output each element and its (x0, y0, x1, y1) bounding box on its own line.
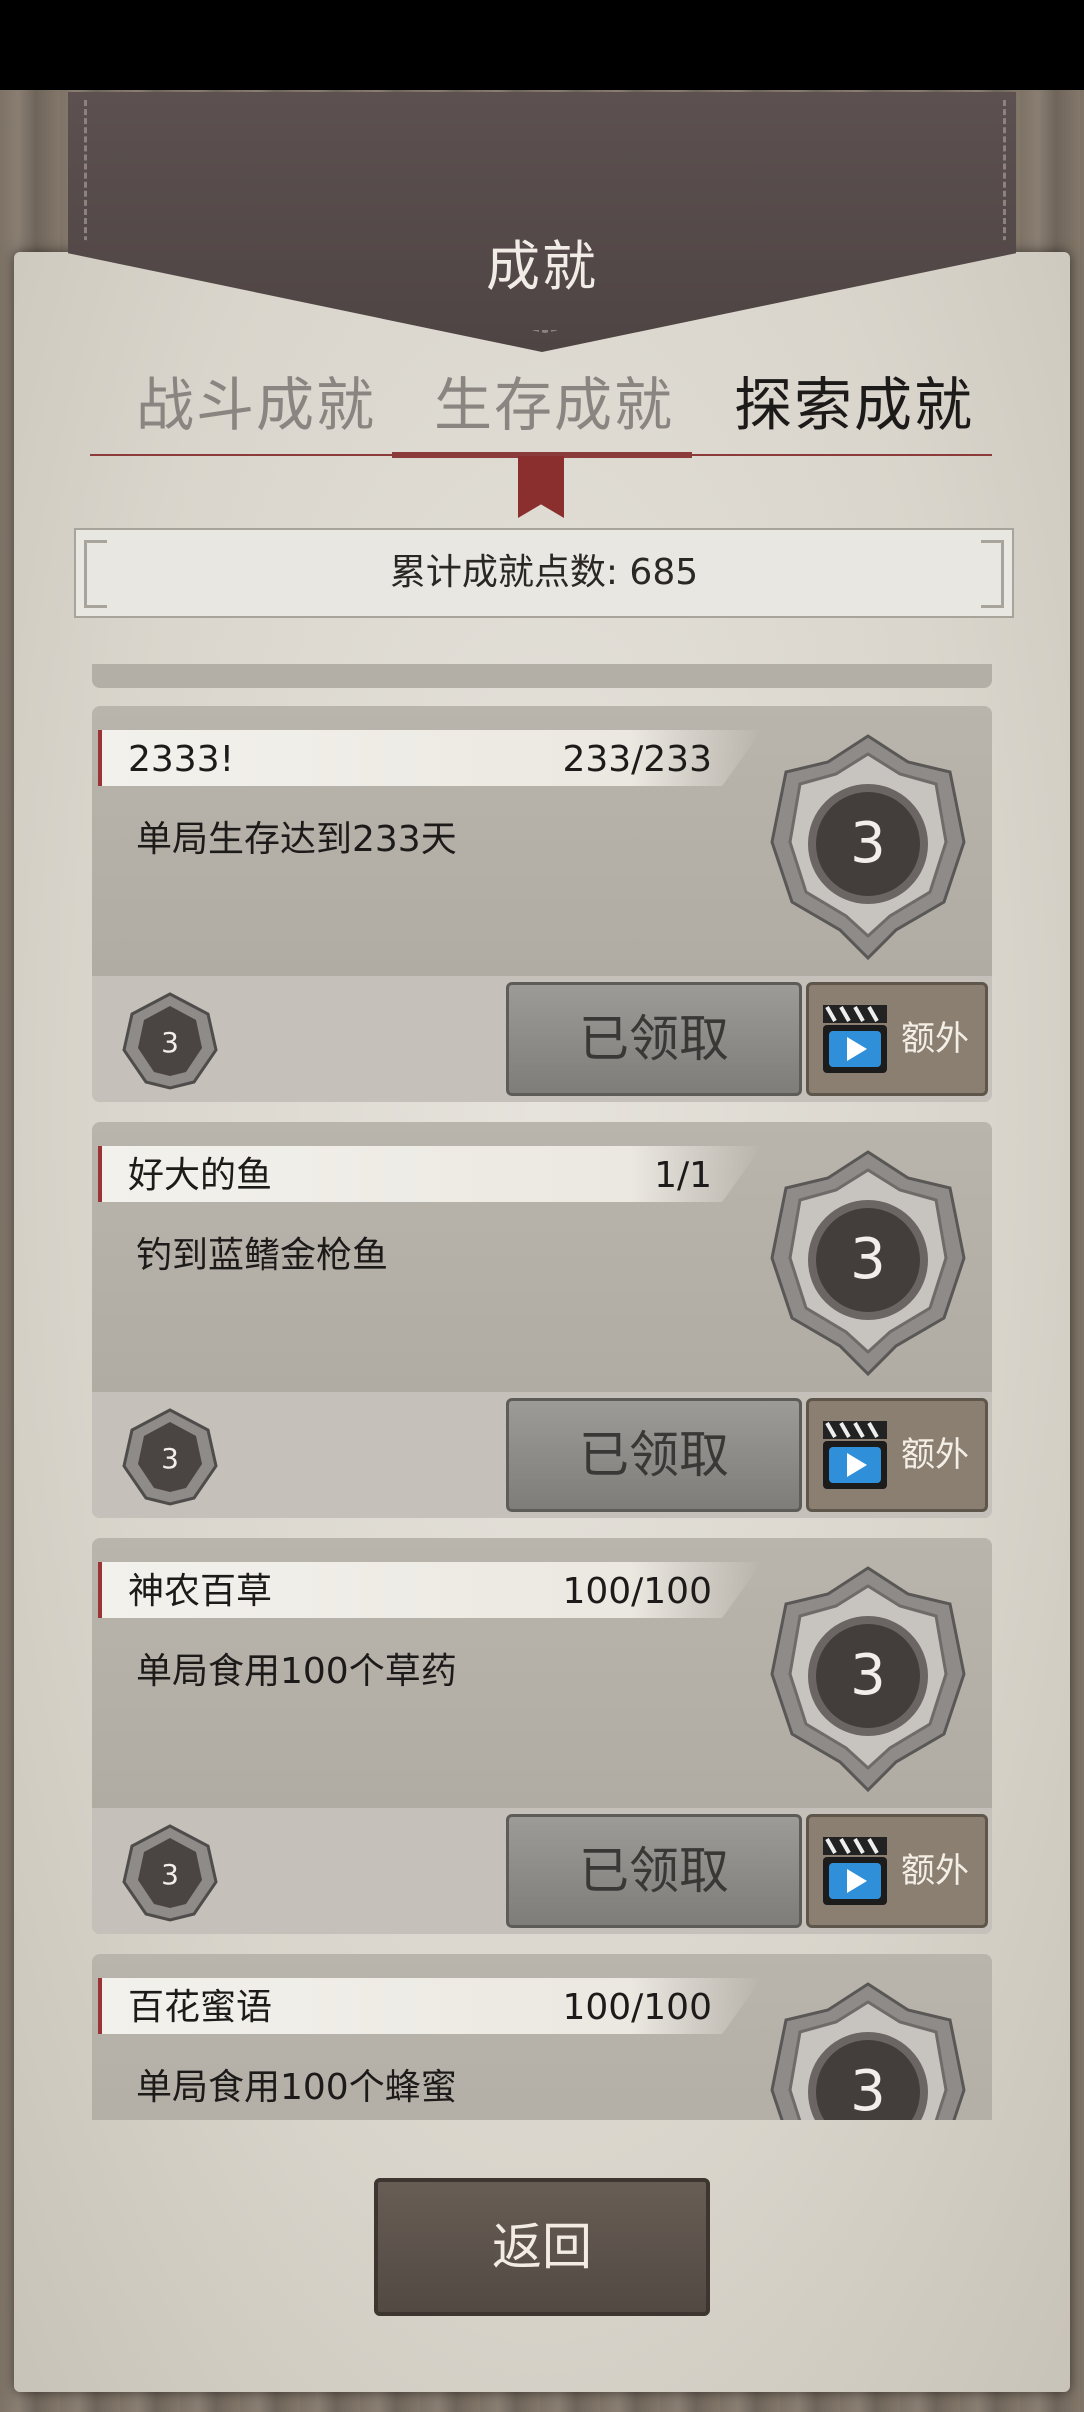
achievement-card: 好大的鱼 1/1 钓到蓝鳍金枪鱼 3 3 已领取 额外 (92, 1122, 992, 1518)
achievement-card: 神农百草 100/100 单局食用100个草药 3 3 已领取 额外 (92, 1538, 992, 1934)
svg-text:3: 3 (161, 1442, 179, 1475)
achievement-points-text: 累计成就点数: 685 (389, 552, 699, 593)
extra-reward-button[interactable]: 额外 (806, 1398, 988, 1512)
laurel-badge-icon: 3 (122, 1824, 218, 1922)
extra-label: 额外 (901, 1851, 969, 1891)
achievement-list[interactable]: 2333! 233/233 单局生存达到233天 3 3 已领取 额外 好大的鱼… (92, 664, 992, 2120)
extra-label: 额外 (901, 1019, 969, 1059)
medal-level: 3 (850, 2059, 886, 2120)
laurel-badge-icon: 3 (122, 992, 218, 1090)
svg-text:3: 3 (161, 1026, 179, 1059)
laurel-badge-icon: 3 (122, 1408, 218, 1506)
video-icon (823, 1005, 887, 1073)
achievement-progress: 100/100 (562, 1987, 712, 2028)
card-action-row: 3 已领取 额外 (92, 1808, 992, 1934)
extra-reward-button[interactable]: 额外 (806, 982, 988, 1096)
tab-survival[interactable]: 生存成就 (434, 358, 674, 442)
card-action-row: 3 已领取 额外 (92, 1392, 992, 1518)
video-icon (823, 1421, 887, 1489)
medal-level: 3 (850, 1227, 886, 1292)
achievement-points-bar: 累计成就点数: 685 (74, 528, 1014, 618)
achievement-description: 单局食用100个蜂蜜 (136, 2067, 457, 2108)
medal-level: 3 (850, 811, 886, 876)
medal-icon: 3 (770, 734, 966, 961)
status-bar (0, 0, 1084, 90)
medal-icon: 3 (770, 1982, 966, 2120)
medal-level: 3 (850, 1643, 886, 1708)
achievement-description: 钓到蓝鳍金枪鱼 (136, 1235, 389, 1276)
claimed-button[interactable]: 已领取 (506, 1398, 802, 1512)
claimed-button[interactable]: 已领取 (506, 982, 802, 1096)
tab-combat[interactable]: 战斗成就 (136, 358, 376, 442)
medal-icon: 3 (770, 1566, 966, 1793)
partial-card (92, 664, 992, 688)
achievement-progress: 100/100 (562, 1571, 712, 1612)
card-action-row: 3 已领取 额外 (92, 976, 992, 1102)
extra-label: 额外 (901, 1435, 969, 1475)
back-button[interactable]: 返回 (374, 2178, 710, 2316)
achievement-name: 神农百草 (128, 1571, 273, 1612)
achievement-name: 好大的鱼 (128, 1155, 273, 1196)
achievement-card: 2333! 233/233 单局生存达到233天 3 3 已领取 额外 (92, 706, 992, 1102)
achievement-progress: 1/1 (654, 1155, 712, 1196)
tab-exploration[interactable]: 探索成就 (734, 358, 974, 442)
claimed-button[interactable]: 已领取 (506, 1814, 802, 1928)
medal-icon: 3 (770, 1150, 966, 1377)
svg-text:3: 3 (161, 1858, 179, 1891)
extra-reward-button[interactable]: 额外 (806, 1814, 988, 1928)
achievement-name: 百花蜜语 (128, 1987, 273, 2028)
video-icon (823, 1837, 887, 1905)
achievement-description: 单局生存达到233天 (136, 819, 457, 860)
page-title: 成就 (486, 235, 598, 298)
achievement-progress: 233/233 (562, 739, 712, 780)
achievement-description: 单局食用100个草药 (136, 1651, 457, 1692)
achievement-card: 百花蜜语 100/100 单局食用100个蜂蜜 3 (92, 1954, 992, 2120)
achievement-name: 2333! (128, 739, 235, 780)
